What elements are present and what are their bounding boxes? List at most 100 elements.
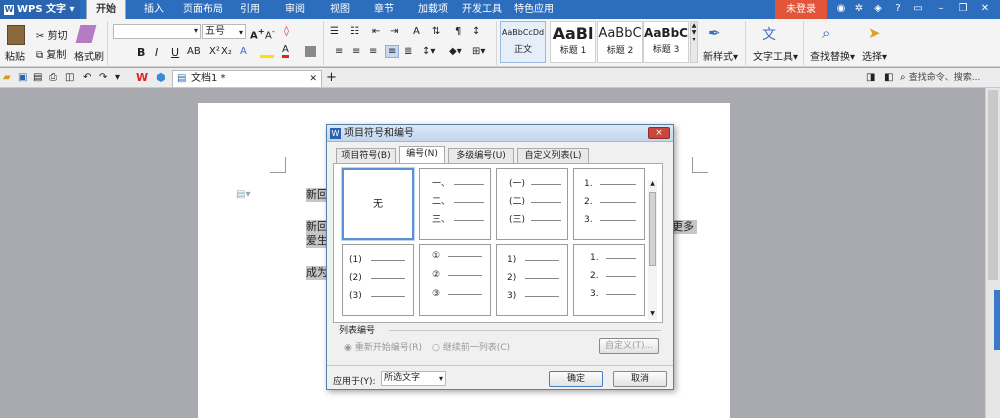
paragraph-handle-icon[interactable]: ▤▾ — [236, 189, 250, 200]
new-tab-icon[interactable]: + — [326, 70, 337, 85]
style-gallery-scroll[interactable]: ▲ ▼ ▾ — [690, 21, 698, 63]
line-spacing-menu-icon[interactable]: ↕▾ — [422, 46, 435, 57]
tab-home[interactable]: 开始 — [86, 0, 126, 19]
tab-bullets[interactable]: 项目符号(B) — [336, 148, 396, 163]
numbering-option[interactable]: 1) 2) 3) — [496, 244, 568, 316]
paste-icon[interactable] — [7, 25, 25, 45]
align-left-icon[interactable]: ≡ — [335, 46, 343, 57]
tab-view[interactable]: 视图 — [330, 0, 350, 19]
char-shading-icon[interactable] — [305, 46, 316, 57]
underline-button[interactable]: U — [171, 46, 179, 59]
comment-icon[interactable]: ◨ — [866, 72, 875, 83]
vertical-scrollbar[interactable] — [985, 88, 1000, 418]
strikethrough-icon[interactable]: AB — [187, 46, 201, 57]
font-color-icon[interactable]: A — [282, 44, 289, 58]
dialog-close-button[interactable]: × — [648, 127, 670, 139]
paste-label[interactable]: 粘贴 — [5, 48, 25, 63]
chinese-layout-icon[interactable]: A — [413, 26, 420, 37]
scroll-up-icon[interactable]: ▲ — [648, 180, 657, 189]
distribute-icon[interactable]: ≣ — [404, 46, 412, 57]
redo-icon[interactable]: ↷ — [99, 72, 107, 83]
tab-review[interactable]: 审阅 — [285, 0, 305, 19]
cloud-doc-icon[interactable]: ⬢ — [156, 71, 166, 84]
line-spacing-icon[interactable]: ↕ — [472, 26, 480, 37]
style-heading-1[interactable]: AaBl 标题 1 — [550, 21, 596, 63]
settings-icon[interactable]: ✲ — [853, 3, 865, 15]
tab-insert[interactable]: 插入 — [144, 0, 164, 19]
help-icon[interactable]: ? — [892, 3, 904, 15]
login-button[interactable]: 未登录 — [775, 0, 827, 19]
font-size-combo[interactable]: 五号 ▾ — [202, 24, 246, 39]
skin-icon[interactable]: ◉ — [835, 3, 847, 15]
copy-button[interactable]: ⧉ 复制 — [36, 46, 66, 61]
restart-numbering-radio[interactable]: ◉ 重新开始编号(R) — [344, 340, 422, 353]
align-right-icon[interactable]: ≡ — [369, 46, 377, 57]
scrollbar-thumb[interactable] — [988, 90, 998, 280]
save-icon[interactable]: ▣ — [18, 72, 27, 83]
find-replace-button[interactable]: 查找替换▾ — [810, 48, 855, 63]
new-style-button[interactable]: 新样式▾ — [703, 48, 738, 63]
find-replace-icon[interactable]: ⌕ — [822, 24, 842, 44]
maximize-icon[interactable]: ❐ — [957, 3, 969, 15]
bullets-icon[interactable]: ☰ — [330, 26, 339, 37]
restore-ribbon-icon[interactable]: ▭ — [912, 3, 924, 15]
gallery-scrollbar[interactable]: ▲ ▼ — [648, 180, 657, 320]
numbering-option-none[interactable]: 无 — [341, 167, 415, 241]
shrink-font-icon[interactable]: A- — [265, 26, 275, 41]
tab-numbering[interactable]: 编号(N) — [399, 146, 445, 164]
tab-chapter[interactable]: 章节 — [374, 0, 394, 19]
tab-features[interactable]: 特色应用 — [514, 0, 554, 19]
numbering-option[interactable]: 1. 2. 3. — [573, 168, 645, 240]
tab-custom-list[interactable]: 自定义列表(L) — [517, 148, 589, 163]
close-icon[interactable]: ✕ — [979, 3, 991, 15]
show-marks-icon[interactable]: ¶ — [455, 26, 461, 37]
borders-icon[interactable]: ⊞▾ — [472, 46, 485, 57]
tab-close-icon[interactable]: ✕ — [309, 71, 317, 87]
tab-page-layout[interactable]: 页面布局 — [183, 0, 223, 19]
tab-multilevel[interactable]: 多级编号(U) — [448, 148, 514, 163]
continue-list-radio[interactable]: ○ 继续前一列表(C) — [432, 340, 510, 353]
undo-icon[interactable]: ↶ — [83, 72, 91, 83]
open-folder-icon[interactable]: ▰ — [3, 72, 11, 83]
document-tab[interactable]: ▤ 文档1 * ✕ — [172, 70, 322, 87]
cancel-button[interactable]: 取消 — [613, 371, 667, 387]
bold-button[interactable]: B — [137, 46, 145, 59]
app-menu-button[interactable]: W WPS 文字 ▾ — [0, 0, 80, 19]
gallery-scrollbar-thumb[interactable] — [649, 192, 656, 266]
style-heading-3[interactable]: AaBbC 标题 3 — [643, 21, 689, 63]
chevron-down-icon[interactable]: ▾ — [115, 72, 120, 83]
tab-developer[interactable]: 开发工具 — [462, 0, 502, 19]
new-style-icon[interactable]: ✒ — [708, 24, 728, 44]
customize-button[interactable]: 自定义(T)... — [599, 338, 659, 354]
numbering-icon[interactable]: ☷ — [350, 26, 359, 37]
command-search[interactable]: ⌕ 查找命令、搜索... — [900, 70, 1000, 87]
dialog-title-bar[interactable]: W 项目符号和编号 — [327, 125, 673, 142]
wps-home-icon[interactable]: W — [136, 71, 148, 84]
side-panel-toggle[interactable] — [994, 290, 1000, 350]
format-painter-label[interactable]: 格式刷 — [74, 48, 104, 63]
numbering-option[interactable]: (1) (2) (3) — [342, 244, 414, 316]
increase-indent-icon[interactable]: ⇥ — [390, 26, 398, 37]
pane-icon[interactable]: ◧ — [884, 72, 893, 83]
align-center-icon[interactable]: ≡ — [352, 46, 360, 57]
justify-icon[interactable]: ≡ — [385, 45, 400, 58]
cut-button[interactable]: ✂ 剪切 — [36, 27, 68, 42]
shading-icon[interactable]: ◆▾ — [449, 46, 462, 57]
italic-button[interactable]: I — [155, 46, 158, 59]
ok-button[interactable]: 确定 — [549, 371, 603, 387]
sort-icon[interactable]: ⇅ — [432, 26, 440, 37]
share-icon[interactable]: ◈ — [872, 3, 884, 15]
print-preview-icon[interactable]: ◫ — [65, 72, 74, 83]
superscript-icon[interactable]: X² — [209, 46, 220, 57]
clear-format-icon[interactable]: ◊ — [284, 26, 289, 37]
text-effect-icon[interactable]: A — [240, 46, 247, 57]
apply-to-select[interactable]: 所选文字 ▾ — [381, 371, 446, 386]
font-name-combo[interactable]: ▾ — [113, 24, 201, 39]
style-normal[interactable]: AaBbCcDd 正文 — [500, 21, 546, 63]
numbering-option[interactable]: 一、 二、 三、 — [419, 168, 491, 240]
tab-references[interactable]: 引用 — [240, 0, 260, 19]
scroll-down-icon[interactable]: ▼ — [648, 310, 657, 319]
minimize-icon[interactable]: – — [935, 3, 947, 15]
export-pdf-icon[interactable]: ▤ — [33, 72, 42, 83]
text-tools-button[interactable]: 文字工具▾ — [753, 48, 798, 63]
